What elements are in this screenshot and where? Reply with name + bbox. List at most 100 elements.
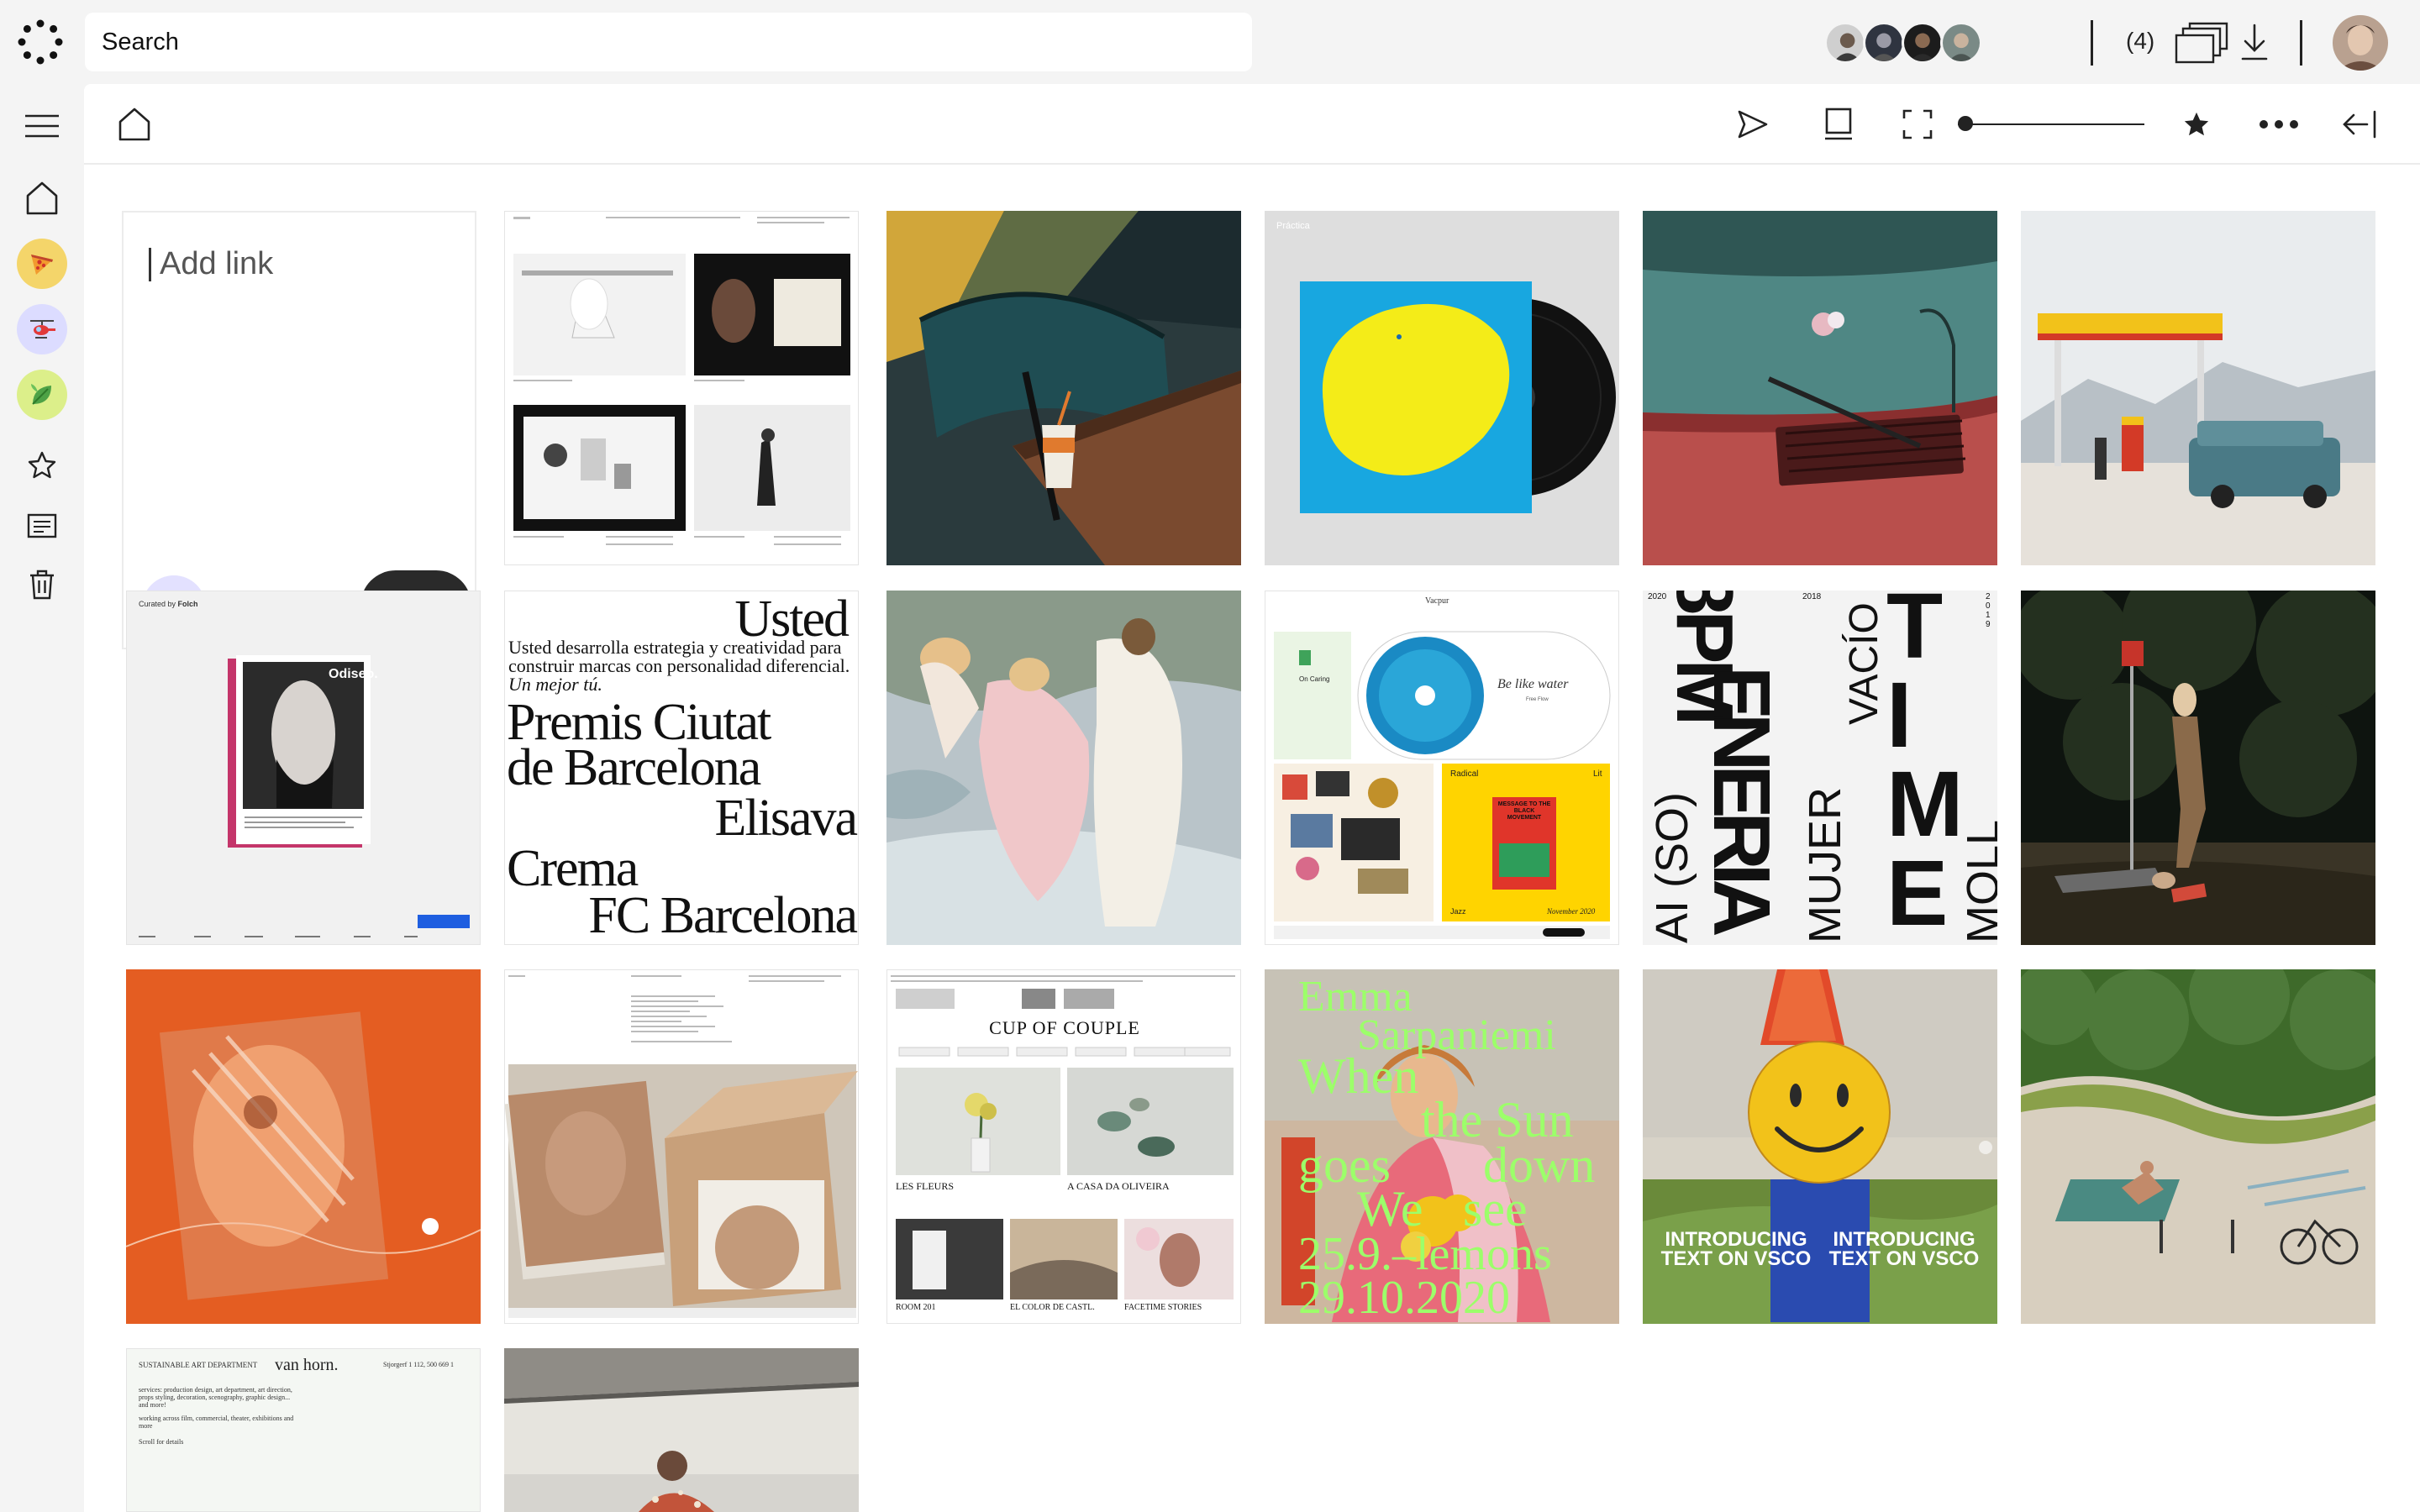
water-radical: Radical (1450, 769, 1479, 779)
collaborator-avatar[interactable] (1940, 22, 1982, 64)
collapse-panel-icon[interactable] (2336, 101, 2383, 148)
usted-lead-em: Un mejor tú. (508, 674, 602, 695)
tile-vsco-smiley[interactable]: INTRODUCING TEXT ON VSCO INTRODUCING TEX… (1643, 969, 1997, 1324)
add-link-input[interactable]: Add link (149, 246, 273, 282)
emma-line-9: 25.9.–lemons (1298, 1228, 1552, 1280)
cup-caption-3: ROOM 201 (896, 1303, 936, 1312)
folch-magazine-title: Odiseo. (329, 667, 378, 681)
user-avatar[interactable] (2333, 15, 2388, 71)
emma-title: Emma Sarpaniemi When the Sun goes down W… (1265, 969, 1619, 1324)
usted-lead-text: Usted desarrolla estrategia y creativida… (508, 637, 850, 676)
top-bar: Search (4) (0, 0, 2420, 84)
usted-line-4: Crema (507, 840, 639, 897)
poster-word-4: MUJER (1800, 787, 1850, 943)
tile-cup-of-couple[interactable]: CUP OF COUPLE LES FLEURS A CASA DA OLIVE… (886, 969, 1241, 1324)
emma-line-3: When (1298, 1048, 1419, 1104)
vanhorn-brand: van horn. (275, 1356, 339, 1374)
emma-line-7: We (1357, 1181, 1423, 1236)
tile-beach-painting[interactable] (886, 591, 1241, 945)
board-helicopter[interactable] (17, 304, 67, 354)
leaf-icon (17, 370, 67, 420)
water-poster: MESSAGE TO THE BLACK MOVEMENT (1497, 801, 1551, 821)
poster-year-3: 2019 (1986, 592, 1991, 629)
trash-icon[interactable] (17, 559, 67, 610)
cup-caption-2: A CASA DA OLIVEIRA (1067, 1180, 1170, 1192)
cup-caption-5: FACETIME STORIES (1124, 1303, 1202, 1312)
poster-word-5: VACÍO (1842, 602, 1886, 725)
usted-line-5: FC Barcelona (588, 887, 858, 944)
emma-line-10: 29.10.2020 (1298, 1272, 1510, 1324)
stack-icon[interactable] (2175, 22, 2228, 64)
app-logo-icon[interactable] (17, 18, 64, 66)
tile-magazine-site[interactable] (504, 969, 859, 1324)
tile-gas-station[interactable] (2021, 211, 2375, 565)
single-view-icon[interactable] (1815, 101, 1862, 148)
tile-folch-site[interactable]: Curated by Folch Odiseo. (126, 591, 481, 945)
zoom-knob[interactable] (1958, 116, 1973, 131)
pizza-icon (17, 239, 67, 289)
tile-web-gallery[interactable] (504, 211, 859, 565)
add-link-placeholder: Add link (160, 246, 274, 281)
collaborator-avatar[interactable] (1902, 22, 1944, 64)
tile-ping-pong-photo[interactable] (2021, 969, 2375, 1324)
collaborator-avatar[interactable] (1863, 22, 1905, 64)
left-rail (0, 84, 84, 1512)
poster-year-2: 2018 (1802, 592, 1822, 601)
tile-van-horn-site[interactable]: SUSTAINABLE ART DEPARTMENT van horn. Stj… (126, 1348, 481, 1512)
selection-count[interactable]: (4) (2126, 28, 2154, 55)
toolbar (84, 84, 2420, 165)
tile-music-site[interactable]: Vacpur Be like water Free Flow On Caring… (1265, 591, 1619, 945)
add-link-card[interactable]: Add link Save (122, 211, 476, 649)
collaborator-avatars[interactable] (1824, 22, 1982, 64)
poster-word-2: ENERIA (1697, 666, 1786, 931)
download-icon[interactable] (2240, 22, 2269, 62)
vinyl-label: Práctica (1276, 221, 1310, 231)
tile-beach-portrait[interactable] (504, 1348, 859, 1512)
tile-orange-poster[interactable] (126, 969, 481, 1324)
zoom-track (1958, 123, 2144, 125)
tile-type-poster[interactable]: 2020 2018 2019 8PM ENERIA AI (SO) MUJER … (1643, 591, 1997, 945)
water-caring: On Caring (1299, 675, 1330, 683)
tile-vinyl-cover[interactable]: Práctica (1265, 211, 1619, 565)
collaborator-avatar[interactable] (1824, 22, 1866, 64)
play-icon[interactable] (1729, 101, 1776, 148)
vsco-text-left: INTRODUCING TEXT ON VSCO (1660, 1228, 1812, 1270)
poster-word-3: AI (SO) (1647, 791, 1697, 943)
water-date: November 2020 (1547, 907, 1596, 916)
board-pizza[interactable] (17, 239, 67, 289)
home-icon[interactable] (17, 173, 67, 223)
search-label: Search (102, 28, 179, 55)
text-caret (149, 247, 151, 281)
usted-line-3: Elisava (714, 790, 858, 847)
vanhorn-dept: SUSTAINABLE ART DEPARTMENT (139, 1361, 258, 1369)
tile-emma-poster[interactable]: Emma Sarpaniemi When the Sun goes down W… (1265, 969, 1619, 1324)
star-icon[interactable] (17, 440, 67, 491)
vsco-text-right: INTRODUCING TEXT ON VSCO (1828, 1228, 1980, 1270)
poster-word-6: TIME (1886, 591, 1964, 945)
tile-bus-stop-photo[interactable] (2021, 591, 2375, 945)
helicopter-icon (17, 304, 67, 354)
tile-car-photo[interactable] (1643, 211, 1997, 565)
usted-line-2: de Barcelona (507, 739, 761, 796)
vanhorn-contact: Stjorgerf 1 112, 500 669 1 (383, 1361, 454, 1368)
vanhorn-body: services: production design, art departm… (139, 1386, 292, 1409)
emma-line-8: see (1463, 1181, 1528, 1236)
menu-icon[interactable] (17, 101, 67, 151)
emma-line-4: the Sun (1421, 1092, 1574, 1147)
main-panel: Add link Save (84, 84, 2420, 1512)
fullscreen-icon[interactable] (1894, 101, 1941, 148)
vanhorn-body2: working across film, commercial, theater… (139, 1415, 294, 1430)
home-icon[interactable] (111, 101, 158, 148)
water-sub: Free Flow (1526, 697, 1549, 702)
vanhorn-details: Scroll for details (139, 1438, 184, 1446)
notes-icon[interactable] (17, 501, 67, 551)
cup-caption-4: EL COLOR DE CASTL. (1010, 1303, 1095, 1312)
tile-usted-site[interactable]: Usted Usted desarrolla estrategia y crea… (504, 591, 859, 945)
board-leaf[interactable] (17, 370, 67, 420)
search-input[interactable]: Search (85, 13, 1252, 71)
poster-word-7: MOLL (1958, 819, 1997, 943)
zoom-slider[interactable] (1958, 116, 2144, 131)
star-filled-icon[interactable] (2173, 101, 2220, 148)
more-icon[interactable] (2255, 101, 2302, 148)
tile-diner-photo[interactable] (886, 211, 1241, 565)
